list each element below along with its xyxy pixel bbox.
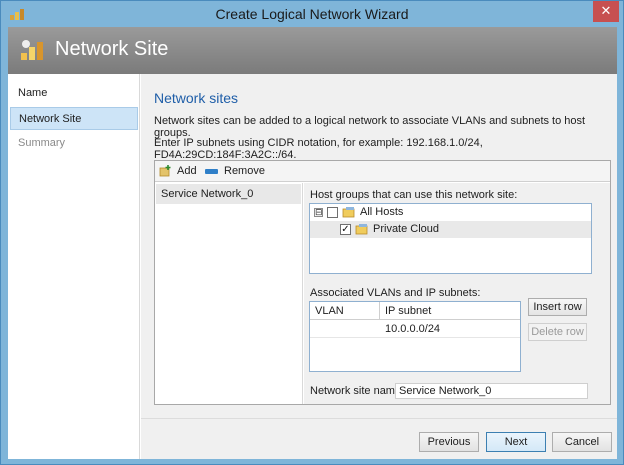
section-heading: Network sites [154, 90, 239, 106]
column-header-subnet[interactable]: IP subnet [380, 302, 520, 320]
remove-site-button[interactable]: Remove [224, 164, 265, 179]
insert-row-button[interactable]: Insert row [528, 298, 587, 316]
previous-button[interactable]: Previous [419, 432, 479, 452]
network-site-list: Service Network_0 [155, 183, 303, 404]
title-bar[interactable]: Create Logical Network Wizard ✕ [1, 1, 623, 27]
banner: Network Site [8, 27, 617, 74]
network-sites-panel: Add Remove Service Network_0 Host groups… [154, 160, 611, 405]
collapse-icon[interactable]: ⊟ [314, 208, 323, 217]
delete-row-button: Delete row [528, 323, 587, 341]
wizard-steps-nav: Name Network Site Summary [8, 74, 140, 459]
site-name-label: Network site name: [310, 385, 405, 397]
next-button[interactable]: Next [486, 432, 546, 452]
nav-step-network-site[interactable]: Network Site [10, 107, 138, 130]
vlan-cell[interactable] [315, 321, 375, 338]
list-item[interactable]: Service Network_0 [156, 184, 301, 204]
network-site-icon [21, 40, 43, 60]
cancel-button[interactable]: Cancel [552, 432, 612, 452]
host-group-icon [342, 207, 355, 218]
close-button[interactable]: ✕ [593, 1, 619, 22]
window-title: Create Logical Network Wizard [215, 6, 409, 22]
close-icon: ✕ [600, 3, 612, 18]
wizard-body: Network Site Name Network Site Summary N… [8, 27, 617, 459]
wizard-window: Create Logical Network Wizard ✕ Network … [0, 0, 624, 465]
wizard-footer: Previous Next Cancel [141, 418, 617, 459]
sites-toolbar: Add Remove [155, 161, 610, 182]
banner-title: Network Site [55, 38, 169, 60]
site-name-field[interactable] [395, 383, 588, 399]
all-hosts-checkbox[interactable] [327, 207, 338, 218]
vlans-label: Associated VLANs and IP subnets: [310, 287, 481, 299]
column-header-vlan[interactable]: VLAN [310, 302, 380, 320]
site-detail-pane: Host groups that can use this network si… [304, 183, 610, 404]
description-text: Network sites can be added to a logical … [154, 115, 586, 139]
add-site-button[interactable]: Add [177, 164, 197, 179]
nav-step-name[interactable]: Name [10, 82, 138, 105]
tree-row-private-cloud[interactable]: ✓ Private Cloud [310, 221, 591, 238]
add-site-icon [159, 165, 171, 177]
tree-row-all-hosts: ⊟ All Hosts [310, 204, 591, 221]
main-content: Network sites Network sites can be added… [141, 74, 617, 418]
tree-label: Private Cloud [373, 223, 440, 235]
subnet-cell[interactable]: 10.0.0.0/24 [385, 321, 515, 338]
grid-header: VLAN IP subnet [310, 302, 520, 320]
nav-step-summary: Summary [18, 137, 66, 149]
private-cloud-checkbox[interactable]: ✓ [340, 224, 351, 235]
table-row[interactable]: 10.0.0.0/24 [310, 321, 520, 338]
tree-label: All Hosts [360, 206, 404, 218]
host-groups-tree: ⊟ All Hosts ✓ Private Cloud [309, 203, 592, 274]
cidr-hint-text: Enter IP subnets using CIDR notation, fo… [154, 137, 483, 161]
remove-site-icon [205, 169, 218, 174]
vlan-subnet-grid: VLAN IP subnet 10.0.0.0/24 [309, 301, 521, 372]
host-groups-label: Host groups that can use this network si… [310, 189, 518, 201]
host-group-icon [355, 224, 368, 235]
